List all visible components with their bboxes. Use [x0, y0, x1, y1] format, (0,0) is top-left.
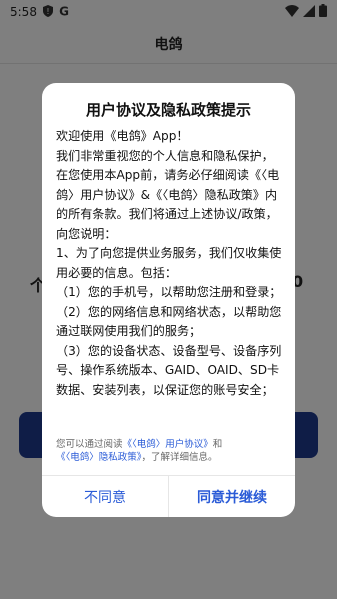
footer-suffix: ，了解详细信息。 [141, 452, 218, 463]
screen: 5:58 ! G 电鸽 个 0 用户协议及隐私政策提示 欢迎使用《电鸽》App！ [0, 0, 337, 599]
disagree-button[interactable]: 不同意 [42, 476, 169, 517]
dialog-actions: 不同意 同意并继续 [42, 475, 295, 517]
dialog-footer-note: 您可以通过阅读《〈电鸽〉用户协议》和《〈电鸽〉隐私政策》，了解详细信息。 [56, 438, 282, 464]
privacy-dialog: 用户协议及隐私政策提示 欢迎使用《电鸽》App！ 我们非常重视您的个人信息和隐私… [42, 83, 295, 517]
dialog-title: 用户协议及隐私政策提示 [85, 101, 251, 119]
privacy-policy-link[interactable]: 《〈电鸽〉隐私政策》 [56, 452, 142, 463]
dialog-body[interactable]: 欢迎使用《电鸽》App！ 我们非常重视您的个人信息和隐私保护，在您使用本App前… [56, 127, 282, 515]
agree-continue-button[interactable]: 同意并继续 [169, 476, 295, 517]
user-agreement-link[interactable]: 《〈电鸽〉用户协议》 [123, 439, 213, 450]
footer-and: 和 [212, 439, 223, 450]
dialog-body-text: 欢迎使用《电鸽》App！ 我们非常重视您的个人信息和隐私保护，在您使用本App前… [56, 129, 282, 397]
footer-prefix: 您可以通过阅读 [56, 439, 123, 450]
